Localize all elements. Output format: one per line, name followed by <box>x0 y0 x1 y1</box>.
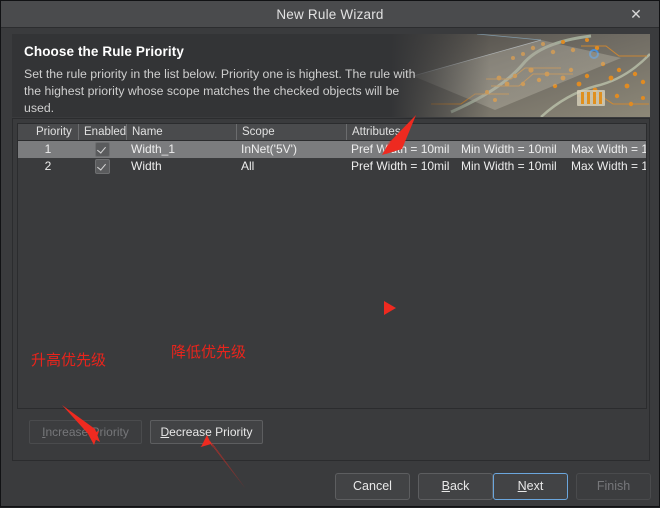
cell-scope: InNet('5V') <box>241 142 297 156</box>
page-description: Set the rule priority in the list below.… <box>24 67 416 115</box>
annotation-decrease-priority: 降低优先级 <box>171 343 247 361</box>
annotation-increase-priority: 升高优先级 <box>31 351 107 369</box>
cell-priority: 2 <box>44 159 52 173</box>
pcb-banner-image <box>391 34 650 117</box>
cancel-button[interactable]: Cancel <box>335 473 410 500</box>
decrease-mnemonic: D <box>160 425 170 439</box>
table-row[interactable]: 2 Width All Pref Width = 10mil Min Width… <box>18 158 646 175</box>
cell-priority: 1 <box>44 142 52 156</box>
column-header-enabled[interactable]: Enabled <box>78 124 126 140</box>
cell-name: Width <box>131 159 162 173</box>
list-header-row: Priority Enabled Name Scope Attributes <box>18 124 646 141</box>
cell-attr-pref-width: Pref Width = 10mil <box>351 159 450 173</box>
wizard-header: Choose the Rule Priority Set the rule pr… <box>12 34 650 117</box>
checkbox-checked-icon[interactable] <box>94 142 110 157</box>
back-mnemonic: B <box>441 479 450 493</box>
cell-enabled-checkbox[interactable] <box>78 158 126 175</box>
back-button[interactable]: Back <box>418 473 493 500</box>
increase-priority-button[interactable]: Increase Priority <box>29 420 142 444</box>
window-title: New Rule Wizard <box>276 7 384 22</box>
checkbox-checked-icon[interactable] <box>94 159 110 174</box>
decrease-priority-button[interactable]: Decrease Priority <box>150 420 263 444</box>
title-bar: New Rule Wizard ✕ <box>1 1 659 28</box>
table-row[interactable]: 1 Width_1 InNet('5V') Pref Width = 10mil… <box>18 141 646 158</box>
cell-attr-max-width: Max Width = 10mil <box>571 159 646 173</box>
content-panel: Priority Enabled Name Scope Attributes 1… <box>12 118 650 461</box>
page-title: Choose the Rule Priority <box>24 44 184 59</box>
cell-scope: All <box>241 159 255 173</box>
decrease-label-rest: ecrease Priority <box>169 425 253 439</box>
back-label-rest: ack <box>449 479 470 493</box>
next-label-rest: ext <box>526 479 544 493</box>
cell-attr-min-width: Min Width = 10mil <box>461 142 557 156</box>
next-mnemonic: N <box>517 479 527 493</box>
rule-priority-list[interactable]: Priority Enabled Name Scope Attributes 1… <box>17 123 647 409</box>
cell-attr-min-width: Min Width = 10mil <box>461 159 557 173</box>
column-header-attributes[interactable]: Attributes <box>346 124 646 140</box>
cell-enabled-checkbox[interactable] <box>78 141 126 158</box>
close-icon[interactable]: ✕ <box>619 3 653 26</box>
finish-button[interactable]: Finish <box>576 473 651 500</box>
cell-attr-max-width: Max Width = 10mil <box>571 142 646 156</box>
column-header-name[interactable]: Name <box>126 124 236 140</box>
column-header-scope[interactable]: Scope <box>236 124 346 140</box>
new-rule-wizard-dialog: New Rule Wizard ✕ Choose the Rule Priori… <box>0 0 660 507</box>
column-header-priority[interactable]: Priority <box>18 124 78 140</box>
cell-name: Width_1 <box>131 142 176 156</box>
cell-attr-pref-width: Pref Width = 10mil <box>351 142 450 156</box>
next-button[interactable]: Next <box>493 473 568 500</box>
increase-label-rest: ncrease Priority <box>45 425 129 439</box>
